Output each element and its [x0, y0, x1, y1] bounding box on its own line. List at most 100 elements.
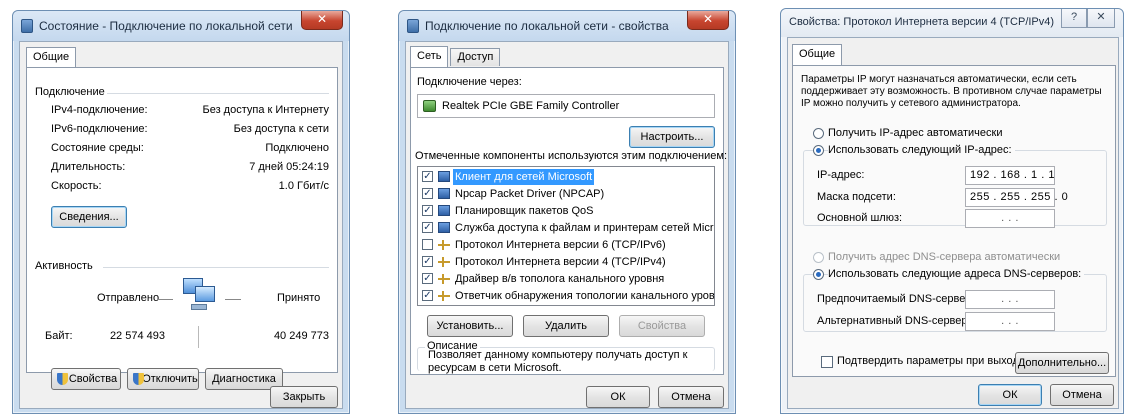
list-item[interactable]: ✓ Планировщик пакетов QoS — [420, 203, 712, 219]
ip-auto-radio[interactable] — [813, 128, 824, 139]
component-checkbox[interactable]: ✓ — [422, 256, 433, 267]
list-item[interactable]: ✓ Npcap Packet Driver (NPCAP) — [420, 186, 712, 202]
divider — [225, 299, 241, 300]
component-checkbox[interactable]: ✓ — [422, 222, 433, 233]
component-checkbox[interactable]: ✓ — [422, 188, 433, 199]
value-ipv4: Без доступа к Интернету — [202, 104, 329, 116]
help-icon[interactable]: ? — [1061, 9, 1087, 28]
cancel-button[interactable]: Отмена — [658, 386, 724, 408]
value-duration: 7 дней 05:24:19 — [249, 161, 329, 173]
close-dialog-button[interactable]: Закрыть — [270, 386, 338, 408]
close-button[interactable]: ✕ — [687, 11, 729, 30]
properties-button[interactable]: Свойства — [51, 368, 121, 390]
network-adapter-icon — [423, 100, 436, 112]
dns-manual-radio[interactable] — [813, 269, 824, 280]
subnet-mask-input[interactable]: 255 . 255 . 255 . 0 — [965, 188, 1068, 207]
ip-manual-label[interactable]: Использовать следующий IP-адрес: — [828, 144, 1015, 156]
ip-manual-radio[interactable] — [813, 145, 824, 156]
network-activity-icon — [179, 276, 219, 312]
close-button[interactable]: ✕ — [301, 11, 343, 30]
label-speed: Скорость: — [51, 180, 102, 192]
connect-using-label: Подключение через: — [417, 76, 522, 88]
validate-checkbox[interactable] — [821, 356, 833, 368]
cancel-button[interactable]: Отмена — [1050, 384, 1114, 406]
disable-button[interactable]: Отключить — [127, 368, 199, 390]
label-ipv4: IPv4-подключение: — [51, 104, 148, 116]
advanced-button[interactable]: Дополнительно... — [1015, 352, 1109, 374]
ip-auto-label[interactable]: Получить IP-адрес автоматически — [828, 127, 1002, 139]
tab-sharing[interactable]: Доступ — [450, 48, 501, 66]
properties-label: Свойства — [68, 373, 118, 385]
component-label: Npcap Packet Driver (NPCAP) — [455, 188, 605, 200]
divider — [107, 93, 329, 94]
mask-label: Маска подсети: — [817, 191, 896, 203]
network-icon — [21, 19, 33, 33]
details-button[interactable]: Сведения... — [51, 206, 127, 228]
shield-icon — [133, 373, 144, 385]
components-list[interactable]: ✓ Клиент для сетей Microsoft ✓ Npcap Pac… — [417, 166, 715, 306]
title-bar[interactable]: Состояние - Подключение по локальной сет… — [13, 11, 349, 41]
list-item[interactable]: Протокол Интернета версии 6 (TCP/IPv6) — [420, 237, 712, 253]
properties-window: Подключение по локальной сети - свойства… — [398, 10, 736, 414]
list-item[interactable]: ✓ Служба доступа к файлам и принтерам се… — [420, 220, 715, 236]
label-duration: Длительность: — [51, 161, 126, 173]
tab-panel: Параметры IP могут назначаться автоматич… — [792, 65, 1116, 377]
adapter-field: Realtek PCIe GBE Family Controller — [417, 94, 715, 118]
tab-general[interactable]: Общие — [26, 47, 77, 68]
install-button[interactable]: Установить... — [427, 315, 513, 337]
ipv4-properties-window: Свойства: Протокол Интернета версии 4 (T… — [780, 8, 1124, 414]
dns-alternate-input[interactable]: . . . — [965, 312, 1055, 331]
component-checkbox[interactable]: ✓ — [422, 290, 433, 301]
list-item[interactable]: ✓ Драйвер в/в тополога канального уровня — [420, 271, 712, 287]
window-body: Общие Подключение IPv4-подключение: Без … — [19, 41, 343, 409]
dns-manual-label[interactable]: Использовать следующие адреса DNS-сервер… — [828, 268, 1085, 280]
component-label: Служба доступа к файлам и принтерам сете… — [455, 222, 715, 234]
ok-button[interactable]: ОК — [586, 386, 650, 408]
component-checkbox[interactable] — [422, 239, 433, 250]
close-icon[interactable]: ✕ — [1087, 9, 1115, 28]
bytes-label: Байт: — [45, 330, 73, 342]
bytes-sent-value: 22 574 493 — [109, 330, 165, 342]
list-item[interactable]: ✓ Ответчик обнаружения топологии канальн… — [420, 288, 715, 304]
dns-auto-label[interactable]: Получить адрес DNS-сервера автоматически — [828, 251, 1060, 263]
remove-button[interactable]: Удалить — [523, 315, 609, 337]
title-bar[interactable]: Свойства: Протокол Интернета версии 4 (T… — [781, 9, 1123, 37]
bytes-received-value: 40 249 773 — [273, 330, 329, 342]
component-label: Ответчик обнаружения топологии канальног… — [455, 290, 715, 302]
tab-strip: Общие — [792, 44, 844, 65]
tab-general[interactable]: Общие — [792, 44, 843, 65]
configure-button[interactable]: Настроить... — [629, 126, 715, 148]
tab-panel: Подключение IPv4-подключение: Без доступ… — [26, 67, 338, 390]
gateway-label: Основной шлюз: — [817, 212, 903, 224]
dns-alternate-label: Альтернативный DNS-сервер: — [817, 315, 971, 327]
component-checkbox[interactable]: ✓ — [422, 205, 433, 216]
title-bar[interactable]: Подключение по локальной сети - свойства… — [399, 11, 735, 41]
window-title: Состояние - Подключение по локальной сет… — [39, 19, 293, 33]
gateway-input[interactable]: . . . — [965, 209, 1055, 228]
tab-panel: Подключение через: Realtek PCIe GBE Fami… — [410, 67, 728, 375]
protocol-icon — [438, 240, 450, 250]
component-label: Клиент для сетей Microsoft — [453, 169, 595, 185]
list-item[interactable]: ✓ Клиент для сетей Microsoft — [420, 169, 712, 185]
tab-strip: Общие — [26, 47, 78, 68]
window-body: Общие Параметры IP могут назначаться авт… — [787, 37, 1119, 409]
divider — [157, 299, 173, 300]
tab-network[interactable]: Сеть — [410, 46, 449, 67]
component-properties-button[interactable]: Свойства — [619, 315, 705, 337]
ip-address-input[interactable]: 192 . 168 . 1 . 1 — [965, 166, 1055, 185]
component-label: Протокол Интернета версии 6 (TCP/IPv6) — [455, 239, 666, 251]
protocol-icon — [438, 257, 450, 267]
value-media: Подключено — [265, 142, 329, 154]
ok-button[interactable]: ОК — [978, 384, 1042, 406]
status-window: Состояние - Подключение по локальной сет… — [12, 10, 350, 414]
label-ipv6: IPv6-подключение: — [51, 123, 148, 135]
component-checkbox[interactable]: ✓ — [422, 171, 433, 182]
dns-auto-radio[interactable] — [813, 252, 824, 263]
validate-label[interactable]: Подтвердить параметры при выходе — [837, 355, 1025, 367]
component-checkbox[interactable]: ✓ — [422, 273, 433, 284]
window-body: Сеть Доступ Подключение через: Realtek P… — [405, 41, 729, 409]
component-label: Протокол Интернета версии 4 (TCP/IPv4) — [455, 256, 666, 268]
dns-preferred-input[interactable]: . . . — [965, 290, 1055, 309]
list-item[interactable]: ✓ Протокол Интернета версии 4 (TCP/IPv4) — [420, 254, 712, 270]
components-label: Отмеченные компоненты используются этим … — [415, 150, 728, 162]
